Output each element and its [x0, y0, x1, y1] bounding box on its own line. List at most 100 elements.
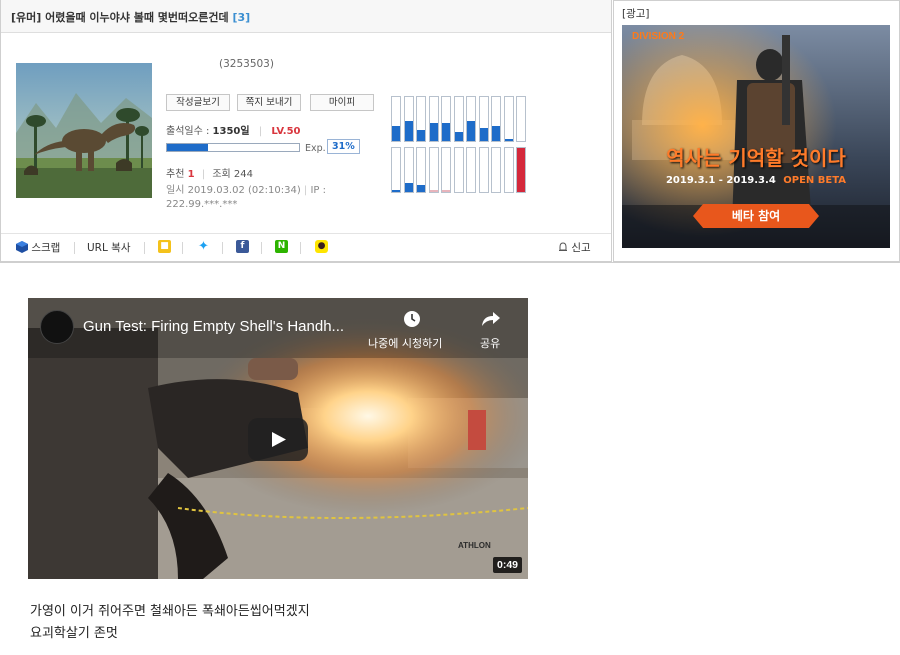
attendance-label: 출석일수 : [166, 126, 210, 137]
activity-bottom-bar [441, 147, 451, 193]
ad-headline: 역사는 기억할 것이다 [666, 146, 846, 170]
activity-bottom-bar-fill [442, 190, 450, 192]
post-title[interactable]: [유머] 어렸을때 이누야샤 볼때 몇번떠오른건데 [11, 11, 229, 24]
activity-top-bar [416, 96, 426, 142]
ad-banner[interactable]: DIVISION 2 역사는 기억할 것이다 2019.3.1 - 2019.3… [622, 25, 890, 248]
recommend-label: 추천 [166, 169, 185, 180]
attendance-value: 1350일 [212, 126, 250, 137]
bell-icon [559, 242, 567, 251]
activity-bottom-bar [478, 147, 489, 193]
mypi-button[interactable]: 마이피 [310, 94, 374, 111]
user-id: (3253503) [219, 58, 274, 70]
recommend-count: 1 [187, 169, 195, 180]
activity-top-bar [453, 96, 464, 142]
attendance: 출석일수 : 1350일 | LV.50 [166, 126, 301, 137]
clock-icon[interactable] [400, 310, 424, 331]
share-arrow-icon[interactable] [481, 310, 501, 331]
activity-top-bar-fill [417, 130, 425, 141]
scrap-button[interactable]: 스크랩 [16, 240, 60, 255]
activity-bottom-bar [466, 147, 476, 193]
ip-label: IP : [310, 185, 327, 196]
activity-bottom-bar [491, 147, 501, 193]
ad-open-beta: OPEN BETA [783, 175, 847, 186]
level-badge: LV.50 [271, 126, 301, 137]
activity-top-bar-fill [467, 121, 475, 141]
video-share-button[interactable]: 공유 [480, 335, 500, 351]
activity-bottom-bar [403, 147, 414, 193]
post-stats: 추천 1 | 조회 244 [166, 169, 253, 180]
athlon-watermark: ATHLON [458, 541, 491, 550]
kakaostory-icon[interactable]: ■ [158, 240, 171, 253]
activity-bottom-bar-fill [417, 185, 425, 192]
activity-bottom-bar [516, 147, 526, 193]
exp-percent: 31% [327, 139, 360, 154]
activity-top-bar-fill [454, 132, 463, 141]
activity-bottom-bar [416, 147, 426, 193]
comment-count[interactable]: [3] [233, 11, 251, 24]
activity-top-bar [466, 96, 476, 142]
ad-label: [광고] [622, 8, 650, 20]
post-body-line-1: 가영이 이거 쥐어주면 철쇄아든 폭쇄아든씹어먹겠지 [30, 604, 310, 619]
report-button[interactable]: 신고 [558, 240, 591, 255]
activity-bottom-bar-fill [392, 190, 400, 192]
activity-top-bar-fill [492, 126, 500, 141]
avatar[interactable] [16, 63, 152, 198]
activity-top-bar [503, 96, 514, 142]
ad-cta-button[interactable]: 베타 참여 [693, 204, 819, 228]
ad-box: [광고] DIVISION 2 역사는 기억할 것이다 2019.3.1 - 2… [613, 0, 900, 262]
ad-dates: 2019.3.1 - 2019.3.4 [665, 175, 776, 186]
activity-bottom-bar-fill [429, 190, 438, 192]
twitter-icon[interactable]: ✦ [197, 240, 210, 253]
post-date: 일시 2019.03.02 (02:10:34) [166, 185, 301, 196]
activity-top-bar [391, 96, 401, 142]
post-body: 가영이 이거 쥐어주면 철쇄아든 폭쇄아든씹어먹겠지 요괴학살기 존멋 [30, 601, 310, 645]
activity-top-bar [441, 96, 451, 142]
play-button[interactable] [248, 418, 308, 461]
activity-top-bar [478, 96, 489, 142]
exp-progress-fill [167, 144, 208, 151]
activity-bottom-bar [391, 147, 401, 193]
video-title[interactable]: Gun Test: Firing Empty Shell's Handh... [83, 318, 344, 335]
game-logo: DIVISION 2 [632, 31, 685, 42]
activity-bottom-bar [503, 147, 514, 193]
activity-bottom-bar [453, 147, 464, 193]
post-meta: 일시 2019.03.02 (02:10:34) | IP : 222.99.*… [166, 185, 327, 210]
kakaotalk-icon[interactable]: ● [315, 240, 328, 253]
ip-value: 222.99.***.*** [166, 199, 238, 210]
url-copy-button[interactable]: URL 복사 [87, 240, 131, 255]
watch-later-button[interactable]: 나중에 시청하기 [368, 335, 442, 351]
activity-top-bar-fill [504, 139, 513, 141]
content-divider [0, 262, 900, 263]
report-label: 신고 [571, 242, 591, 254]
send-message-button[interactable]: 쪽지 보내기 [237, 94, 301, 111]
activity-top-bar-fill [404, 121, 413, 141]
activity-top-bar [491, 96, 501, 142]
activity-top-bar-fill [429, 123, 438, 141]
post-header: [유머] 어렸을때 이누야샤 볼때 몇번떠오른건데 [3] (3253503) … [0, 0, 612, 262]
exp-label: Exp. [305, 143, 326, 154]
post-title-bar: [유머] 어렸을때 이누야샤 볼때 몇번떠오른건데 [3] [1, 0, 611, 33]
channel-avatar[interactable] [40, 310, 74, 344]
video-duration: 0:49 [492, 557, 522, 573]
ad-dates-line: 2019.3.1 - 2019.3.4 OPEN BETA [622, 175, 890, 186]
activity-bottom-bar-fill [517, 148, 525, 192]
activity-top-bar [428, 96, 439, 142]
activity-bottom-bar-fill [404, 183, 413, 192]
share-toolbar: 스크랩 URL 복사 ■ ✦ f N ● 신고 [1, 233, 611, 261]
activity-top-bar-fill [442, 123, 450, 141]
activity-top-bar [403, 96, 414, 142]
naver-icon[interactable]: N [275, 240, 288, 253]
activity-bottom-bar [428, 147, 439, 193]
activity-top-bar [516, 96, 526, 142]
scrap-label: 스크랩 [31, 242, 61, 254]
exp-progress-bar [166, 143, 300, 152]
facebook-icon[interactable]: f [236, 240, 249, 253]
views-count: 244 [233, 169, 253, 180]
view-posts-button[interactable]: 작성글보기 [166, 94, 230, 111]
post-body-line-2: 요괴학살기 존멋 [30, 626, 118, 641]
video-player[interactable]: Gun Test: Firing Empty Shell's Handh... … [28, 298, 528, 579]
activity-top-bar-fill [479, 128, 488, 141]
views-label: 조회 [212, 169, 231, 180]
scrap-icon [16, 241, 28, 253]
activity-top-bar-fill [392, 126, 400, 141]
